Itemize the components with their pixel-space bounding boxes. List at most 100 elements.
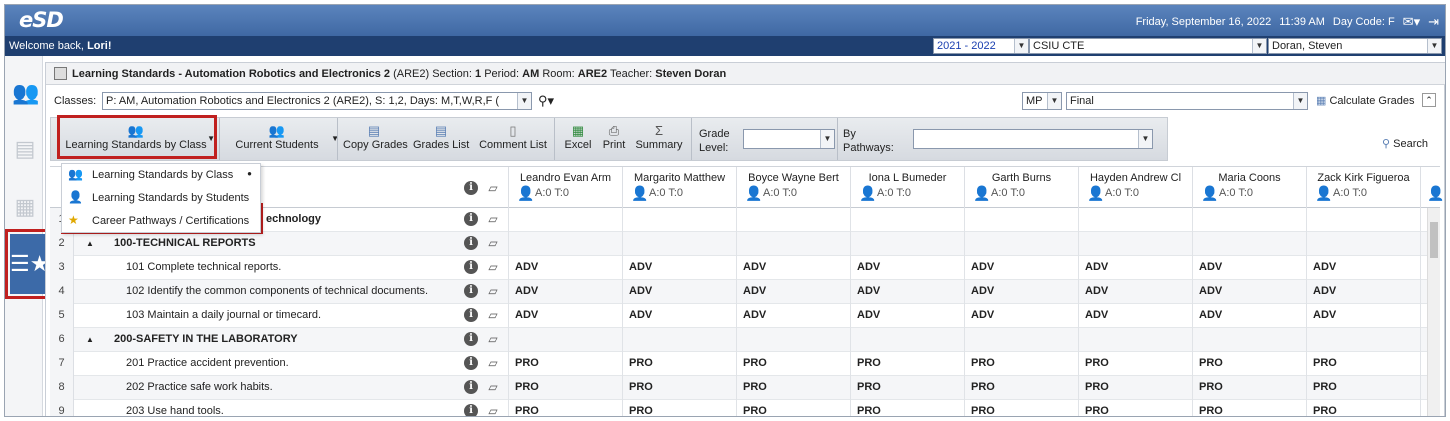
reports-icon[interactable]: ▦ — [12, 194, 38, 220]
chevron-down-icon[interactable]: ▼ — [1293, 93, 1307, 109]
grade-cell[interactable] — [850, 328, 964, 352]
mail-icon[interactable]: ✉▾ — [1403, 14, 1420, 30]
grade-cell[interactable] — [1306, 328, 1420, 352]
grade-cell[interactable]: PRO — [964, 376, 1078, 400]
grade-cell[interactable]: PRO — [850, 400, 964, 416]
current-students-button[interactable]: 👥 Current Students ▼ — [227, 122, 339, 158]
chevron-down-icon[interactable]: ▼ — [1047, 93, 1061, 109]
info-icon[interactable]: i — [464, 284, 478, 298]
grade-cell[interactable]: ADV — [508, 280, 622, 304]
student-column-header[interactable]: Leandro Evan Arm 👤 A:0 T:0 — [508, 167, 622, 209]
grade-cell[interactable]: ADV — [508, 256, 622, 280]
marking-period-select[interactable]: Final ▼ — [1066, 92, 1308, 110]
grade-cell[interactable]: PRO — [508, 376, 622, 400]
grade-cell[interactable]: ADV — [1078, 280, 1192, 304]
grade-cell[interactable] — [508, 232, 622, 256]
summary-button[interactable]: Σ Summary — [635, 122, 683, 158]
grade-cell[interactable] — [850, 232, 964, 256]
grade-cell[interactable] — [508, 328, 622, 352]
chevron-down-icon[interactable]: ▼ — [1252, 39, 1266, 53]
student-column-header[interactable]: Maria Coons 👤 A:0 T:0 — [1192, 167, 1306, 209]
grade-cell[interactable]: ADV — [1192, 280, 1306, 304]
info-icon[interactable]: i — [464, 236, 478, 250]
calculate-grades-button[interactable]: ▦ Calculate Grades — [1316, 94, 1414, 107]
grade-cell[interactable]: ADV — [850, 280, 964, 304]
grade-cell[interactable] — [1192, 208, 1306, 232]
grade-cell[interactable]: PRO — [1192, 376, 1306, 400]
student-column-header[interactable]: Garth Burns 👤 A:0 T:0 — [964, 167, 1078, 209]
app-logo[interactable]: eSD — [19, 8, 64, 32]
chevron-down-icon[interactable]: ▼ — [820, 130, 834, 148]
grade-cell[interactable]: PRO — [850, 352, 964, 376]
grade-cell[interactable] — [850, 208, 964, 232]
collapse-triangle-icon[interactable]: ▲ — [86, 328, 94, 352]
grade-cell[interactable] — [1192, 328, 1306, 352]
grade-cell[interactable]: ADV — [1306, 280, 1420, 304]
grade-cell[interactable]: PRO — [622, 376, 736, 400]
student-column-header[interactable]: Boyce Wayne Bert 👤 A:0 T:0 — [736, 167, 850, 209]
scrollbar-thumb[interactable] — [1430, 222, 1438, 258]
copy-grades-button[interactable]: ▤ Copy Grades — [343, 122, 408, 158]
students-icon[interactable]: 👥 — [12, 80, 39, 106]
grade-cell[interactable]: ADV — [1078, 256, 1192, 280]
grade-cell[interactable]: PRO — [1078, 376, 1192, 400]
eraser-icon[interactable]: ▱ — [486, 181, 500, 195]
eraser-icon[interactable]: ▱ — [486, 356, 500, 370]
info-icon[interactable]: i — [464, 332, 478, 346]
info-icon[interactable]: i — [464, 181, 478, 195]
comment-list-button[interactable]: ▯ Comment List — [479, 122, 547, 158]
grade-cell[interactable]: ADV — [964, 256, 1078, 280]
menu-item-standards-by-students[interactable]: 👤 Learning Standards by Students — [62, 187, 262, 209]
chevron-down-icon[interactable]: ▼ — [1427, 39, 1441, 53]
teacher-select[interactable]: Doran, Steven ▼ — [1268, 38, 1442, 54]
grade-cell[interactable] — [964, 208, 1078, 232]
eraser-icon[interactable]: ▱ — [486, 236, 500, 250]
info-icon[interactable]: i — [464, 380, 478, 394]
grade-cell[interactable] — [1306, 208, 1420, 232]
building-select[interactable]: CSIU CTE ▼ — [1029, 38, 1267, 54]
grade-cell[interactable]: ADV — [736, 256, 850, 280]
grade-level-select[interactable]: ▼ — [743, 129, 835, 149]
grade-cell[interactable]: ADV — [850, 256, 964, 280]
class-select[interactable]: P: AM, Automation Robotics and Electroni… — [102, 92, 532, 110]
grade-cell[interactable]: PRO — [622, 400, 736, 416]
grade-cell[interactable] — [964, 328, 1078, 352]
eraser-icon[interactable]: ▱ — [486, 404, 500, 416]
grade-cell[interactable]: PRO — [1078, 400, 1192, 416]
print-button[interactable]: ⎙ Print — [599, 122, 629, 158]
grade-cell[interactable] — [736, 232, 850, 256]
grade-cell[interactable]: ADV — [964, 304, 1078, 328]
filter-icon[interactable]: ⚲▾ — [538, 93, 554, 109]
grade-cell[interactable]: ADV — [850, 304, 964, 328]
grade-cell[interactable]: PRO — [1078, 352, 1192, 376]
grade-cell[interactable]: PRO — [850, 376, 964, 400]
collapse-icon[interactable]: ⌃ — [1422, 93, 1436, 107]
school-year-select[interactable]: 2021 - 2022 ▼ — [933, 38, 1029, 54]
info-icon[interactable]: i — [464, 260, 478, 274]
grade-cell[interactable]: PRO — [508, 400, 622, 416]
grade-cell[interactable]: PRO — [508, 352, 622, 376]
grade-cell[interactable] — [1192, 232, 1306, 256]
grade-cell[interactable] — [1306, 232, 1420, 256]
grade-cell[interactable]: ADV — [1078, 304, 1192, 328]
grade-cell[interactable] — [622, 208, 736, 232]
grade-cell[interactable]: PRO — [1306, 376, 1420, 400]
grade-cell[interactable]: ADV — [622, 256, 736, 280]
logout-icon[interactable]: ⇥ — [1428, 14, 1439, 30]
grade-cell[interactable] — [1078, 328, 1192, 352]
student-column-header[interactable]: 👤 — [1420, 167, 1445, 209]
eraser-icon[interactable]: ▱ — [486, 212, 500, 226]
chevron-down-icon[interactable]: ▼ — [1138, 130, 1152, 148]
student-column-header[interactable]: Hayden Andrew Cl 👤 A:0 T:0 — [1078, 167, 1192, 209]
search-button[interactable]: ⚲ Search — [1382, 137, 1428, 150]
eraser-icon[interactable]: ▱ — [486, 260, 500, 274]
student-column-header[interactable]: Zack Kirk Figueroa 👤 A:0 T:0 — [1306, 167, 1420, 209]
eraser-icon[interactable]: ▱ — [486, 380, 500, 394]
grade-cell[interactable]: ADV — [1306, 256, 1420, 280]
mp-select[interactable]: MP ▼ — [1022, 92, 1062, 110]
vertical-scrollbar[interactable] — [1427, 208, 1440, 416]
standards-star-icon[interactable]: ☰★ — [10, 234, 49, 294]
grade-cell[interactable]: ADV — [508, 304, 622, 328]
excel-button[interactable]: ▦ Excel — [561, 122, 595, 158]
info-icon[interactable]: i — [464, 404, 478, 416]
